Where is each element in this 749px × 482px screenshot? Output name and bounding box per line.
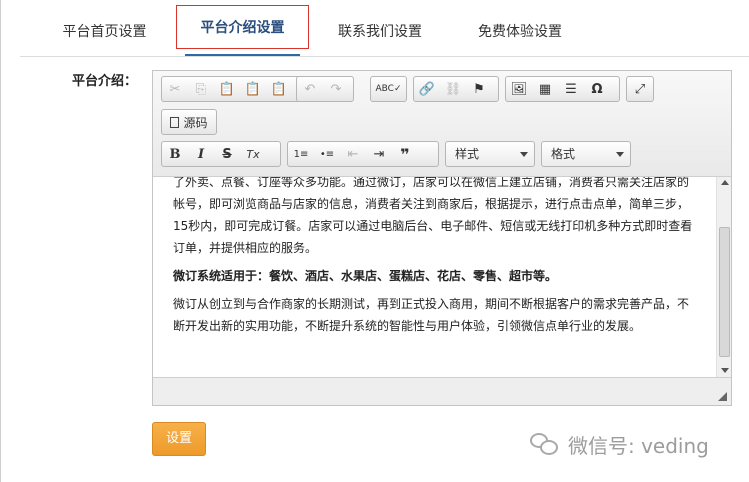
scroll-down-arrow-icon[interactable] — [721, 368, 729, 373]
format-select-value: 格式 — [551, 147, 576, 161]
editor-scrollbar[interactable] — [716, 177, 731, 377]
tab-contact-settings[interactable]: 联系我们设置 — [320, 10, 440, 54]
spellcheck-icon[interactable]: ABC✓ — [371, 77, 406, 101]
tab-intro-label: 平台介绍设置 — [200, 20, 285, 36]
spellcheck-group: ABC✓ — [370, 76, 407, 102]
scroll-thumb[interactable] — [719, 227, 730, 357]
style-select-value: 样式 — [455, 147, 480, 161]
maximize-icon[interactable]: ⤢ — [627, 77, 653, 101]
blockquote-icon[interactable]: ❞ — [392, 142, 418, 166]
clipboard-group: ✂ ⎘ 📋 📋 📋 — [161, 76, 305, 102]
table-icon[interactable]: ▦ — [532, 77, 558, 101]
tab-home-settings[interactable]: 平台首页设置 — [42, 10, 167, 54]
wechat-logo-icon — [530, 431, 560, 457]
set-button[interactable]: 设置 — [152, 422, 206, 456]
cut-icon[interactable]: ✂ — [162, 77, 188, 101]
style-select[interactable]: 样式 — [445, 141, 535, 167]
special-char-icon[interactable]: Ω — [584, 77, 610, 101]
strikethrough-icon[interactable]: S — [214, 142, 240, 166]
italic-icon[interactable]: I — [188, 142, 214, 166]
left-border — [0, 0, 1, 482]
watermark: 微信号: veding — [530, 428, 740, 460]
image-icon[interactable]: 🖼 — [506, 77, 532, 101]
resize-handle-icon[interactable] — [718, 392, 727, 401]
anchor-flag-icon[interactable]: ⚑ — [466, 77, 492, 101]
insert-group: 🖼 ▦ ☰ Ω — [505, 76, 620, 102]
text-style-group: B I S Tx — [161, 141, 281, 167]
editor-toolbar: ✂ ⎘ 📋 📋 📋 ↶ ↷ ABC✓ 🔗 ⛓ ⚑ 🖼 ▦ ☰ Ω ⤢ 源码 B … — [153, 71, 731, 177]
redo-icon[interactable]: ↷ — [323, 77, 349, 101]
page: 平台首页设置 平台介绍设置 联系我们设置 免费体验设置 平台介绍： ✂ ⎘ 📋 … — [0, 0, 749, 482]
outdent-icon[interactable]: ⇤ — [340, 142, 366, 166]
copy-icon[interactable]: ⎘ — [188, 77, 214, 101]
content-paragraph: 了外卖、点餐、订座等众多功能。通过微订，店家可以在微信上建立店铺，消费者只需关注… — [173, 177, 693, 255]
format-select[interactable]: 格式 — [541, 141, 631, 167]
source-label: 源码 — [183, 115, 208, 130]
settings-tabs: 平台首页设置 平台介绍设置 联系我们设置 免费体验设置 — [20, 0, 749, 57]
intro-field-label: 平台介绍： — [72, 74, 138, 89]
rich-text-editor: ✂ ⎘ 📋 📋 📋 ↶ ↷ ABC✓ 🔗 ⛓ ⚑ 🖼 ▦ ☰ Ω ⤢ 源码 B … — [152, 70, 732, 406]
paste-icon[interactable]: 📋 — [214, 77, 240, 101]
remove-format-icon[interactable]: Tx — [240, 142, 266, 166]
source-group: 源码 — [161, 109, 217, 135]
tab-trial-settings[interactable]: 免费体验设置 — [460, 10, 580, 54]
bullet-list-icon[interactable]: •≡ — [314, 142, 340, 166]
horizontal-rule-icon[interactable]: ☰ — [558, 77, 584, 101]
maximize-group: ⤢ — [626, 76, 654, 102]
editor-statusbar — [153, 377, 731, 405]
link-icon[interactable]: 🔗 — [414, 77, 440, 101]
watermark-text: 微信号: veding — [568, 433, 709, 458]
chevron-down-icon — [616, 152, 624, 157]
bold-icon[interactable]: B — [162, 142, 188, 166]
unlink-icon[interactable]: ⛓ — [440, 77, 466, 101]
editor-content: 了外卖、点餐、订座等众多功能。通过微订，店家可以在微信上建立店铺，消费者只需关注… — [173, 177, 698, 343]
active-tab-underline — [185, 54, 300, 56]
link-group: 🔗 ⛓ ⚑ — [413, 76, 499, 102]
chevron-down-icon — [520, 152, 528, 157]
ordered-list-icon[interactable]: 1≡ — [288, 142, 314, 166]
content-paragraph: 微订从创立到与合作商家的长期测试，再到正式投入商用，期间不断根据客户的需求完善产… — [173, 297, 690, 333]
paragraph-group: 1≡ •≡ ⇤ ⇥ ❞ — [287, 141, 439, 167]
paste-word-icon[interactable]: 📋 — [266, 77, 292, 101]
tab-intro-settings[interactable]: 平台介绍设置 — [176, 5, 309, 56]
undo-icon[interactable]: ↶ — [297, 77, 323, 101]
indent-icon[interactable]: ⇥ — [366, 142, 392, 166]
history-group: ↶ ↷ — [296, 76, 354, 102]
source-button[interactable]: 源码 — [162, 110, 216, 134]
editor-content-area[interactable]: 了外卖、点餐、订座等众多功能。通过微订，店家可以在微信上建立店铺，消费者只需关注… — [153, 177, 716, 377]
scroll-up-arrow-icon[interactable] — [721, 180, 729, 185]
content-paragraph: 微订系统适用于：餐饮、酒店、水果店、蛋糕店、花店、零售、超市等。 — [173, 269, 558, 283]
source-doc-icon — [170, 116, 180, 128]
paste-text-icon[interactable]: 📋 — [240, 77, 266, 101]
